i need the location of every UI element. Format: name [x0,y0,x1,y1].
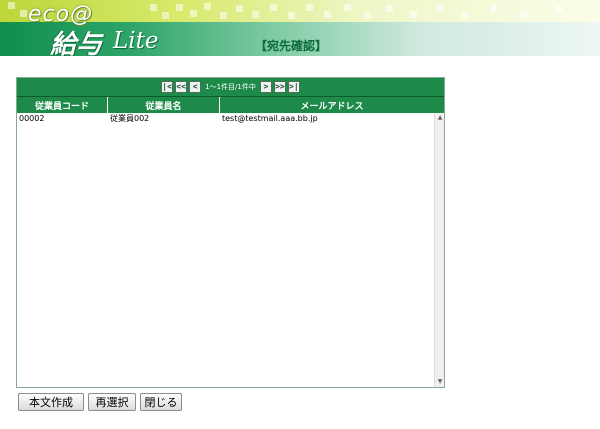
prev-page-group-button[interactable]: << [175,81,188,93]
next-page-button[interactable]: > [259,81,272,93]
scroll-down-icon[interactable]: ▼ [435,377,445,387]
page-title: 【宛先確認】 [255,39,328,53]
table-header: 従業員コード 従業員名 メールアドレス [17,97,444,113]
reselect-button[interactable]: 再選択 [88,393,136,411]
pager-bar: |< << < 1～1件目/1件中 > >> >| [17,78,444,97]
next-page-group-button[interactable]: >> [273,81,286,93]
column-header-employee-code[interactable]: 従業員コード [17,97,108,113]
cell-email: test@testmail.aaa.bb.jp [222,114,318,123]
vertical-scrollbar[interactable]: ▲ ▼ [434,113,444,387]
close-button[interactable]: 閉じる [140,393,182,411]
table-rows: 00002 従業員002 test@testmail.aaa.bb.jp [17,113,434,387]
cell-employee-name: 従業員002 [110,114,150,123]
pager-info: 1～1件目/1件中 [205,83,256,91]
last-page-button[interactable]: >| [287,81,300,93]
column-header-email[interactable]: メールアドレス [220,97,444,113]
table-body: 00002 従業員002 test@testmail.aaa.bb.jp ▲ ▼ [17,113,444,387]
logo-main: 給与 [50,30,103,56]
cell-employee-code: 00002 [19,114,45,123]
logo-lite: Lite [113,28,159,54]
compose-body-button[interactable]: 本文作成 [18,393,84,411]
prev-page-button[interactable]: < [189,81,202,93]
scroll-up-icon[interactable]: ▲ [435,113,445,123]
first-page-button[interactable]: |< [161,81,174,93]
recipient-grid: |< << < 1～1件目/1件中 > >> >| 従業員コード 従業員名 メー… [16,77,445,388]
column-header-employee-name[interactable]: 従業員名 [108,97,220,113]
app-header: eco@ 給与 Lite 【宛先確認】 [0,0,600,56]
table-row[interactable]: 00002 従業員002 test@testmail.aaa.bb.jp [17,113,434,124]
